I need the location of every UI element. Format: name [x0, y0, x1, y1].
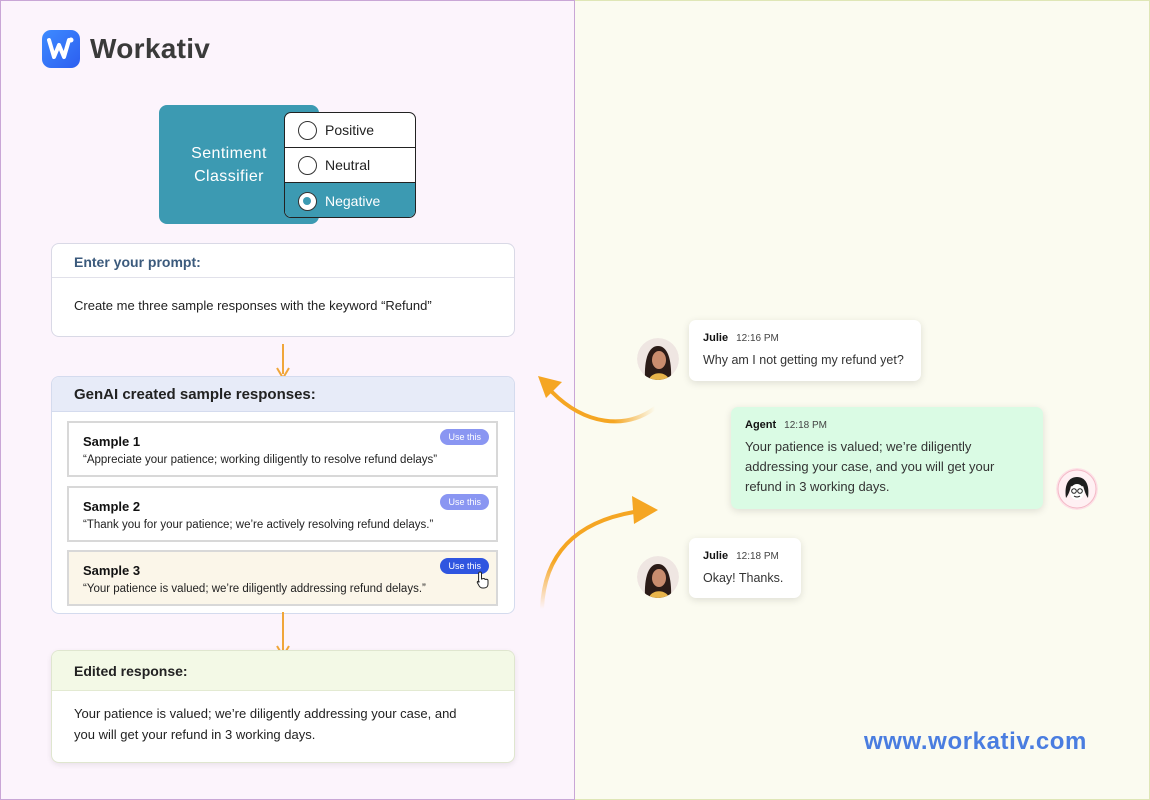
website-link[interactable]: www.workativ.com [864, 728, 1087, 756]
message-time: 12:16 PM [736, 333, 779, 344]
option-negative[interactable]: Negative [285, 183, 415, 217]
edited-heading: Edited response: [52, 651, 514, 691]
samples-card: GenAI created sample responses: Sample 1… [51, 376, 515, 614]
use-this-button[interactable]: Use this [440, 494, 489, 510]
edited-response-card: Edited response: Your patience is valued… [51, 650, 515, 763]
sample-title: Sample 3 [83, 563, 141, 578]
sample-text: “Appreciate your patience; working dilig… [83, 454, 438, 466]
sample-text: “Your patience is valued; we’re diligent… [83, 583, 426, 595]
message-sender: Julie [703, 550, 729, 562]
julie-avatar [637, 556, 679, 598]
sentiment-options: Positive Neutral Negative [284, 112, 416, 218]
hand-cursor-icon [476, 571, 489, 589]
classifier-label: Sentiment Classifier [191, 145, 267, 185]
radio-checked-icon [298, 191, 317, 211]
sample-title: Sample 1 [83, 434, 141, 449]
option-label: Negative [325, 193, 381, 209]
message-sender: Agent [745, 419, 777, 431]
edited-response-text[interactable]: Your patience is valued; we’re diligentl… [52, 691, 514, 757]
option-neutral[interactable]: Neutral [285, 148, 415, 183]
message-line: addressing your case, and you will get y… [745, 459, 995, 474]
message-time: 12:18 PM [736, 551, 779, 562]
samples-heading: GenAI created sample responses: [52, 377, 514, 412]
option-positive[interactable]: Positive [285, 113, 415, 148]
curved-arrow-left-icon [538, 376, 657, 424]
arrow-down-icon [276, 344, 290, 380]
chat-message-agent: Agent 12:18 PM Your patience is valued; w… [731, 407, 1043, 509]
message-time: 12:18 PM [784, 420, 827, 431]
radio-unchecked-icon [298, 120, 317, 140]
radio-unchecked-icon [298, 155, 317, 175]
option-label: Neutral [325, 157, 371, 173]
option-label: Positive [325, 122, 375, 138]
sample-title: Sample 2 [83, 499, 141, 514]
julie-avatar [637, 338, 679, 380]
sample-text: “Thank you for your patience; we’re acti… [83, 519, 434, 531]
chat-message: Julie 12:18 PM Okay! Thanks. [689, 538, 801, 598]
sample-item: Sample 2 “Thank you for your patience; w… [67, 486, 498, 542]
message-line: refund in 3 working days. [745, 479, 890, 494]
brand-name: Workativ [90, 33, 211, 64]
prompt-heading: Enter your prompt: [52, 244, 514, 278]
agent-avatar [1056, 468, 1098, 510]
prompt-input[interactable]: Create me three sample responses with th… [52, 278, 514, 333]
workativ-logo-icon [42, 30, 80, 68]
edited-line: Your patience is valued; we’re diligentl… [74, 706, 457, 721]
message-text: Okay! Thanks. [703, 571, 784, 585]
message-sender: Julie [703, 332, 729, 344]
sample-item: Sample 1 “Appreciate your patience; work… [67, 421, 498, 477]
chat-message: Julie 12:16 PM Why am I not getting my re… [689, 320, 921, 381]
brand-logo: Workativ [42, 30, 210, 68]
edited-line: you will get your refund in 3 working da… [74, 727, 316, 742]
curved-arrow-right-icon [540, 496, 658, 611]
sample-item-selected: Sample 3 “Your patience is valued; we’re… [67, 550, 498, 606]
message-text: Why am I not getting my refund yet? [703, 353, 904, 367]
use-this-button[interactable]: Use this [440, 429, 489, 445]
message-line: Your patience is valued; we’re diligentl… [745, 439, 972, 454]
prompt-card: Enter your prompt: Create me three sampl… [51, 243, 515, 337]
